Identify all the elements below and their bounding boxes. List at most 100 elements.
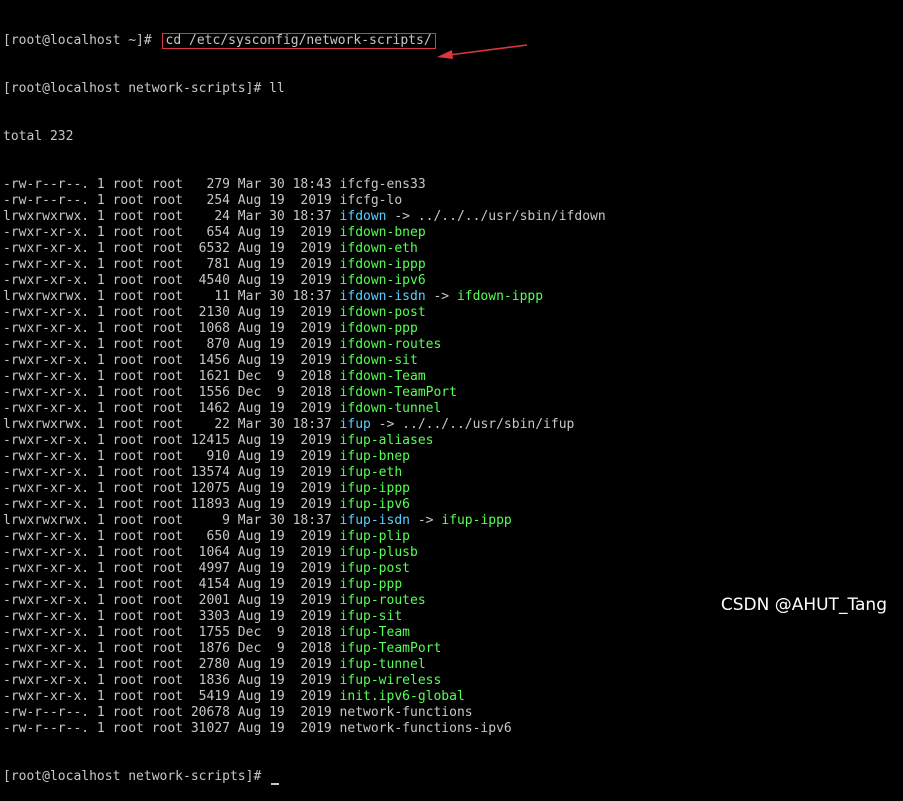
file-name: ifdown-Team xyxy=(339,369,426,384)
file-row: -rwxr-xr-x. 1 root root 1876 Dec 9 2018 … xyxy=(3,641,899,657)
file-row: -rwxr-xr-x. 1 root root 870 Aug 19 2019 … xyxy=(3,337,899,353)
file-row: -rwxr-xr-x. 1 root root 1556 Dec 9 2018 … xyxy=(3,385,899,401)
file-row: -rwxr-xr-x. 1 root root 910 Aug 19 2019 … xyxy=(3,449,899,465)
file-meta: -rwxr-xr-x. 1 root root 910 Aug 19 2019 xyxy=(3,449,340,464)
watermark: CSDN @AHUT_Tang xyxy=(720,595,887,615)
file-name: init.ipv6-global xyxy=(339,689,465,704)
file-meta: -rwxr-xr-x. 1 root root 1755 Dec 9 2018 xyxy=(3,625,340,640)
file-row: -rwxr-xr-x. 1 root root 6532 Aug 19 2019… xyxy=(3,241,899,257)
file-meta: -rwxr-xr-x. 1 root root 1462 Aug 19 2019 xyxy=(3,401,340,416)
file-name: ifdown-TeamPort xyxy=(339,385,457,400)
file-name: ifup-tunnel xyxy=(339,657,426,672)
file-meta: -rw-r--r--. 1 root root 279 Mar 30 18:43 xyxy=(3,177,340,192)
file-row: -rwxr-xr-x. 1 root root 4540 Aug 19 2019… xyxy=(3,273,899,289)
file-name: ifup-isdn xyxy=(339,513,410,528)
file-meta: lrwxrwxrwx. 1 root root 11 Mar 30 18:37 xyxy=(3,289,340,304)
file-meta: -rwxr-xr-x. 1 root root 1068 Aug 19 2019 xyxy=(3,321,340,336)
symlink-target: ifdown-ippp xyxy=(456,289,544,304)
file-meta: -rwxr-xr-x. 1 root root 6532 Aug 19 2019 xyxy=(3,241,340,256)
file-meta: -rwxr-xr-x. 1 root root 1556 Dec 9 2018 xyxy=(3,385,340,400)
file-name: ifup-ppp xyxy=(339,577,403,592)
file-row: -rwxr-xr-x. 1 root root 1621 Dec 9 2018 … xyxy=(3,369,899,385)
file-name: ifdown-sit xyxy=(339,353,418,368)
file-row: -rwxr-xr-x. 1 root root 1836 Aug 19 2019… xyxy=(3,673,899,689)
file-meta: -rwxr-xr-x. 1 root root 654 Aug 19 2019 xyxy=(3,225,340,240)
file-meta: -rwxr-xr-x. 1 root root 1064 Aug 19 2019 xyxy=(3,545,340,560)
file-row: -rwxr-xr-x. 1 root root 781 Aug 19 2019 … xyxy=(3,257,899,273)
file-row: -rwxr-xr-x. 1 root root 12415 Aug 19 201… xyxy=(3,433,899,449)
file-name: ifdown-ppp xyxy=(339,321,418,336)
file-name: ifup-ippp xyxy=(339,481,410,496)
symlink-arrow: -> xyxy=(410,513,442,528)
symlink-target: ../../../usr/sbin/ifup xyxy=(402,417,575,432)
file-row: lrwxrwxrwx. 1 root root 11 Mar 30 18:37 … xyxy=(3,289,899,305)
file-name: ifup-bnep xyxy=(339,449,410,464)
file-name: ifup-routes xyxy=(339,593,426,608)
file-listing: -rw-r--r--. 1 root root 279 Mar 30 18:43… xyxy=(3,177,899,737)
file-row: -rwxr-xr-x. 1 root root 2130 Aug 19 2019… xyxy=(3,305,899,321)
file-name: ifcfg-ens33 xyxy=(339,177,426,192)
file-meta: -rwxr-xr-x. 1 root root 2001 Aug 19 2019 xyxy=(3,593,340,608)
file-row: -rwxr-xr-x. 1 root root 1755 Dec 9 2018 … xyxy=(3,625,899,641)
prompt-line-ll: [root@localhost network-scripts]# ll xyxy=(3,81,899,97)
file-name: ifdown-routes xyxy=(339,337,442,352)
file-meta: -rw-r--r--. 1 root root 20678 Aug 19 201… xyxy=(3,705,340,720)
file-meta: -rwxr-xr-x. 1 root root 4154 Aug 19 2019 xyxy=(3,577,340,592)
file-row: lrwxrwxrwx. 1 root root 22 Mar 30 18:37 … xyxy=(3,417,899,433)
shell-prompt: [root@localhost ~]# xyxy=(3,33,160,48)
file-name: ifup xyxy=(339,417,371,432)
file-name: network-functions-ipv6 xyxy=(339,721,512,736)
file-row: -rwxr-xr-x. 1 root root 1068 Aug 19 2019… xyxy=(3,321,899,337)
file-row: -rw-r--r--. 1 root root 254 Aug 19 2019 … xyxy=(3,193,899,209)
file-meta: -rwxr-xr-x. 1 root root 12075 Aug 19 201… xyxy=(3,481,340,496)
highlighted-command: cd /etc/sysconfig/network-scripts/ xyxy=(161,33,436,49)
file-name: ifdown-ippp xyxy=(339,257,426,272)
file-meta: -rwxr-xr-x. 1 root root 12415 Aug 19 201… xyxy=(3,433,340,448)
symlink-target: ifup-ippp xyxy=(441,513,512,528)
file-meta: -rwxr-xr-x. 1 root root 650 Aug 19 2019 xyxy=(3,529,340,544)
file-row: -rwxr-xr-x. 1 root root 2780 Aug 19 2019… xyxy=(3,657,899,673)
terminal-output[interactable]: [root@localhost ~]# cd /etc/sysconfig/ne… xyxy=(3,1,899,785)
file-name: ifup-ipv6 xyxy=(339,497,410,512)
file-row: -rwxr-xr-x. 1 root root 12075 Aug 19 201… xyxy=(3,481,899,497)
file-row: -rw-r--r--. 1 root root 279 Mar 30 18:43… xyxy=(3,177,899,193)
symlink-arrow: -> xyxy=(425,289,457,304)
file-meta: lrwxrwxrwx. 1 root root 22 Mar 30 18:37 xyxy=(3,417,340,432)
file-meta: -rwxr-xr-x. 1 root root 1876 Dec 9 2018 xyxy=(3,641,340,656)
file-meta: -rwxr-xr-x. 1 root root 13574 Aug 19 201… xyxy=(3,465,340,480)
file-meta: -rwxr-xr-x. 1 root root 870 Aug 19 2019 xyxy=(3,337,340,352)
file-meta: lrwxrwxrwx. 1 root root 24 Mar 30 18:37 xyxy=(3,209,340,224)
prompt-line-current[interactable]: [root@localhost network-scripts]# xyxy=(3,769,899,785)
file-row: -rwxr-xr-x. 1 root root 650 Aug 19 2019 … xyxy=(3,529,899,545)
file-name: ifdown-post xyxy=(339,305,426,320)
red-arrow-icon xyxy=(437,44,528,59)
file-meta: -rwxr-xr-x. 1 root root 4997 Aug 19 2019 xyxy=(3,561,340,576)
file-meta: -rwxr-xr-x. 1 root root 4540 Aug 19 2019 xyxy=(3,273,340,288)
file-name: ifup-eth xyxy=(339,465,403,480)
file-name: ifup-plip xyxy=(339,529,410,544)
file-row: lrwxrwxrwx. 1 root root 24 Mar 30 18:37 … xyxy=(3,209,899,225)
file-row: -rwxr-xr-x. 1 root root 5419 Aug 19 2019… xyxy=(3,689,899,705)
file-meta: -rw-r--r--. 1 root root 254 Aug 19 2019 xyxy=(3,193,340,208)
file-meta: -rwxr-xr-x. 1 root root 5419 Aug 19 2019 xyxy=(3,689,340,704)
file-meta: -rwxr-xr-x. 1 root root 1456 Aug 19 2019 xyxy=(3,353,340,368)
file-meta: lrwxrwxrwx. 1 root root 9 Mar 30 18:37 xyxy=(3,513,340,528)
command-text: ll xyxy=(269,81,285,96)
file-name: ifup-TeamPort xyxy=(339,641,442,656)
shell-prompt: [root@localhost network-scripts]# xyxy=(3,769,270,784)
listing-total: total 232 xyxy=(3,129,74,144)
text-cursor xyxy=(271,783,280,785)
file-name: ifdown-eth xyxy=(339,241,418,256)
symlink-target: ../../../usr/sbin/ifdown xyxy=(417,209,606,224)
file-name: ifdown xyxy=(339,209,387,224)
file-row: -rwxr-xr-x. 1 root root 13574 Aug 19 201… xyxy=(3,465,899,481)
file-name: network-functions xyxy=(339,705,473,720)
file-row: -rwxr-xr-x. 1 root root 4154 Aug 19 2019… xyxy=(3,577,899,593)
file-meta: -rwxr-xr-x. 1 root root 3303 Aug 19 2019 xyxy=(3,609,340,624)
file-name: ifdown-isdn xyxy=(339,289,426,304)
file-meta: -rwxr-xr-x. 1 root root 781 Aug 19 2019 xyxy=(3,257,340,272)
file-row: -rw-r--r--. 1 root root 31027 Aug 19 201… xyxy=(3,721,899,737)
file-name: ifdown-bnep xyxy=(339,225,426,240)
file-name: ifcfg-lo xyxy=(339,193,403,208)
file-name: ifup-wireless xyxy=(339,673,442,688)
